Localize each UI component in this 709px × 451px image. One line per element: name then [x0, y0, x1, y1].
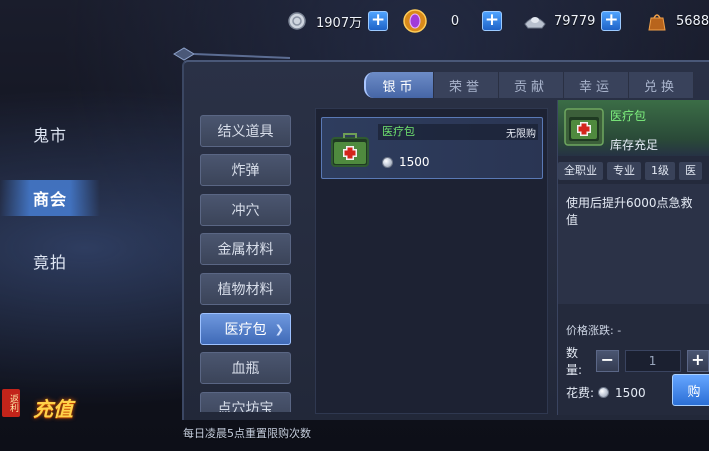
currency-silver: 1907万 + [284, 8, 389, 34]
category-list: 结义道具 炸弹 冲穴 金属材料 植物材料 医疗包 ❯ 血瓶 点穴坊宝 [195, 108, 299, 412]
item-detail-panel: 医疗包 库存充足 全职业 专业 1级 医 使用后提升6000点急救值 价格涨跌:… [557, 100, 709, 415]
silver-coin-icon [284, 8, 310, 34]
nav-item-auction[interactable]: 竟拍 [0, 243, 100, 279]
cost-summary: 花费: 1500 [566, 384, 646, 401]
nav-item-ghost-market[interactable]: 鬼市 [0, 116, 100, 152]
detail-item-name: 医疗包 [610, 109, 647, 123]
category-plant-materials[interactable]: 植物材料 [200, 273, 291, 305]
item-price: 1500 [382, 155, 430, 169]
category-blood-bottle[interactable]: 血瓶 [200, 352, 291, 384]
currency-gem: 0 + [402, 8, 502, 34]
nav-item-chamber-of-commerce[interactable]: 商会 [0, 180, 100, 216]
medical-kit-icon [330, 132, 370, 168]
tab-exchange[interactable]: 兑换 [629, 72, 694, 98]
price-change: 价格涨跌: - [566, 324, 622, 337]
tab-contribution[interactable]: 贡献 [499, 72, 564, 98]
currency-ingot-value: 79779 [554, 13, 596, 29]
tag-class: 全职业 [558, 162, 603, 180]
purchase-reset-note: 每日凌晨5点重置限购次数 [183, 427, 311, 440]
quantity-label: 数量: [566, 346, 583, 377]
detail-description: 使用后提升6000点急救值 [558, 184, 709, 304]
silver-ingot-icon [522, 8, 548, 34]
recharge-label: 充值 [33, 396, 73, 421]
decrease-quantity-button[interactable]: − [596, 350, 619, 372]
currency-ingot: 79779 + [522, 8, 622, 34]
currency-gem-value: 0 [450, 13, 460, 29]
currency-bar: 1907万 + 0 + 79779 + 56884 [0, 0, 709, 46]
tag-profession: 专业 [607, 162, 641, 180]
cost-label: 花费: [566, 386, 595, 400]
currency-tabs: 银币 荣誉 贡献 幸运 兑换 [364, 72, 694, 98]
quantity-stepper: 数量: − 1 + [566, 344, 709, 378]
detail-header: 医疗包 库存充足 [558, 100, 709, 156]
cost-value: 1500 [615, 385, 646, 400]
quantity-input[interactable]: 1 [624, 350, 681, 372]
recharge-button[interactable]: 返利 充值 [0, 385, 100, 429]
category-metal-materials[interactable]: 金属材料 [200, 233, 291, 265]
currency-bag: 56884 [644, 8, 709, 34]
buy-button[interactable]: 购 [672, 374, 709, 406]
add-gem-button[interactable]: + [482, 11, 502, 31]
category-sworn-items[interactable]: 结义道具 [200, 115, 291, 147]
tag-level: 1级 [645, 162, 675, 180]
increase-quantity-button[interactable]: + [686, 350, 709, 372]
detail-tags: 全职业 专业 1级 医 [558, 162, 706, 180]
tab-silver[interactable]: 银币 [364, 72, 434, 98]
item-purchase-limit: 无限购 [506, 129, 536, 140]
category-acupoint[interactable]: 冲穴 [200, 194, 291, 226]
nav-item-label: 商会 [32, 190, 67, 209]
medical-kit-icon [564, 108, 604, 146]
currency-silver-value: 1907万 [316, 15, 363, 31]
add-silver-button[interactable]: + [368, 11, 389, 31]
item-price-value: 1500 [399, 155, 430, 169]
currency-bag-value: 56884 [676, 13, 709, 29]
bag-icon [644, 8, 670, 34]
item-list: 医疗包 无限购 1500 [315, 108, 548, 414]
category-bomb[interactable]: 炸弹 [200, 154, 291, 186]
nav-item-label: 鬼市 [32, 126, 67, 145]
tab-luck[interactable]: 幸运 [564, 72, 629, 98]
nav-item-label: 竟拍 [32, 253, 67, 272]
purple-gem-icon [402, 8, 428, 34]
silver-coin-icon [598, 387, 610, 398]
category-label: 医疗包 [224, 322, 267, 338]
detail-stock-status: 库存充足 [610, 138, 659, 152]
rebate-badge: 返利 [2, 389, 20, 417]
category-medical-kit[interactable]: 医疗包 ❯ [200, 313, 291, 345]
tab-honor[interactable]: 荣誉 [434, 72, 499, 98]
category-acupoint-treasure[interactable]: 点穴坊宝 [200, 392, 291, 412]
silver-coin-icon [382, 156, 393, 168]
add-ingot-button[interactable]: + [601, 11, 622, 31]
tag-type: 医 [679, 162, 702, 180]
chevron-right-icon: ❯ [274, 323, 284, 336]
item-card-medical-kit[interactable]: 医疗包 无限购 1500 [321, 117, 543, 179]
